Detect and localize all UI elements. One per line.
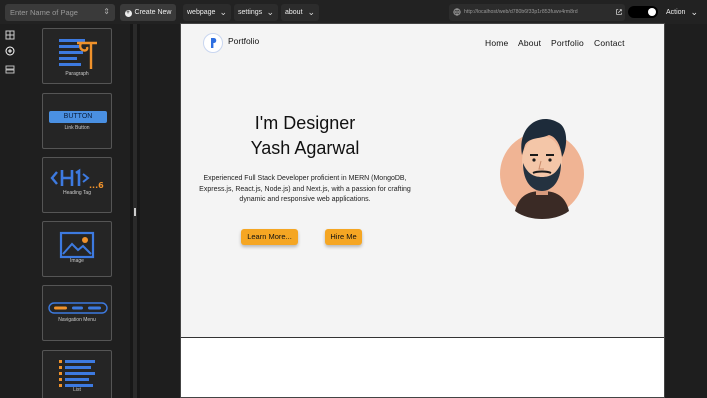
component-card-paragraph[interactable]: Paragraph bbox=[42, 28, 112, 84]
components-panel: Paragraph BUTTON Link Button ...6 Headin… bbox=[20, 24, 130, 398]
chevron-down-icon: ⌄ bbox=[266, 7, 274, 17]
action-label: Action bbox=[666, 9, 686, 16]
create-new-label: Create New bbox=[134, 9, 172, 16]
link-button-label: Link Button bbox=[64, 125, 90, 131]
plus-circle-icon: + bbox=[124, 10, 132, 17]
top-toolbar: ⇕ +Create New webpage ⌄ settings ⌄ about… bbox=[0, 0, 707, 24]
learn-more-button[interactable]: Learn More... bbox=[241, 229, 298, 245]
list-icon bbox=[59, 360, 95, 387]
theme-toggle[interactable] bbox=[628, 6, 658, 18]
svg-text:...6: ...6 bbox=[89, 181, 104, 190]
page-search-input[interactable] bbox=[5, 4, 101, 21]
settings-dropdown[interactable]: settings ⌄ bbox=[234, 4, 278, 21]
component-card-link-button[interactable]: BUTTON Link Button bbox=[42, 93, 112, 149]
button-preview: BUTTON bbox=[49, 111, 107, 123]
chevron-down-icon: ⌄ bbox=[219, 7, 227, 17]
about-dropdown[interactable]: about ⌄ bbox=[281, 4, 319, 21]
hero-description: Experienced Full Stack Developer profici… bbox=[199, 175, 411, 203]
about-dropdown-label: about bbox=[285, 9, 303, 16]
globe-icon bbox=[453, 8, 461, 16]
brand-name: Portfolio bbox=[228, 36, 260, 46]
image-icon bbox=[59, 231, 95, 259]
logo-icon bbox=[211, 38, 217, 48]
paragraph-icon bbox=[59, 39, 97, 69]
component-card-heading-tag[interactable]: ...6 Heading Tag bbox=[42, 157, 112, 213]
hire-me-button[interactable]: Hire Me bbox=[325, 229, 362, 245]
settings-dropdown-label: settings bbox=[238, 9, 263, 16]
updown-chevron-icon: ⇕ bbox=[103, 7, 110, 16]
list-label: List bbox=[73, 387, 81, 393]
toggle-knob bbox=[648, 8, 656, 16]
left-icon-rail bbox=[0, 24, 20, 398]
nav-link-contact[interactable]: Contact bbox=[594, 38, 625, 48]
component-card-list[interactable]: List bbox=[42, 350, 112, 398]
heading-tag-label: Heading Tag bbox=[63, 190, 91, 196]
component-card-navigation-menu[interactable]: Navigation Menu bbox=[42, 285, 112, 341]
image-label: Image bbox=[70, 258, 84, 264]
nav-link-portfolio[interactable]: Portfolio bbox=[551, 38, 584, 48]
component-card-image[interactable]: Image bbox=[42, 221, 112, 277]
chevron-down-icon: ⌄ bbox=[307, 7, 315, 17]
webpage-dropdown-label: webpage bbox=[187, 9, 216, 16]
paragraph-label: Paragraph bbox=[65, 71, 89, 77]
portfolio-logo[interactable] bbox=[203, 33, 223, 53]
add-circle-icon[interactable] bbox=[5, 46, 15, 56]
panel-splitter[interactable] bbox=[130, 24, 140, 398]
drag-handle-icon[interactable] bbox=[134, 208, 136, 216]
page-search-select[interactable]: ⇕ bbox=[5, 4, 115, 21]
action-dropdown[interactable]: Action ⌄ bbox=[662, 4, 702, 21]
hero-title-line2: Yash Agarwal bbox=[250, 138, 360, 158]
navigation-menu-label: Navigation Menu bbox=[58, 317, 96, 323]
url-text: http://localhost/web/d780b6f33p1r853fuwv… bbox=[464, 9, 578, 15]
avatar-illustration bbox=[500, 118, 584, 219]
layers-icon[interactable] bbox=[5, 64, 15, 74]
preview-canvas[interactable]: Portfolio Home About Portfolio Contact I… bbox=[180, 23, 665, 398]
chevron-down-icon: ⌄ bbox=[690, 7, 698, 17]
nav-link-home[interactable]: Home bbox=[485, 38, 508, 48]
hero-section: Portfolio Home About Portfolio Contact I… bbox=[181, 24, 664, 338]
layout-grid-icon[interactable] bbox=[5, 30, 15, 40]
webpage-dropdown[interactable]: webpage ⌄ bbox=[183, 4, 231, 21]
create-new-button[interactable]: + Create New bbox=[120, 4, 176, 21]
url-bar[interactable]: http://localhost/web/d780b6f33p1r853fuwv… bbox=[449, 4, 625, 21]
external-link-icon[interactable] bbox=[615, 8, 623, 16]
nav-link-about[interactable]: About bbox=[518, 38, 541, 48]
hero-title-line1: I'm Designer bbox=[254, 113, 356, 133]
